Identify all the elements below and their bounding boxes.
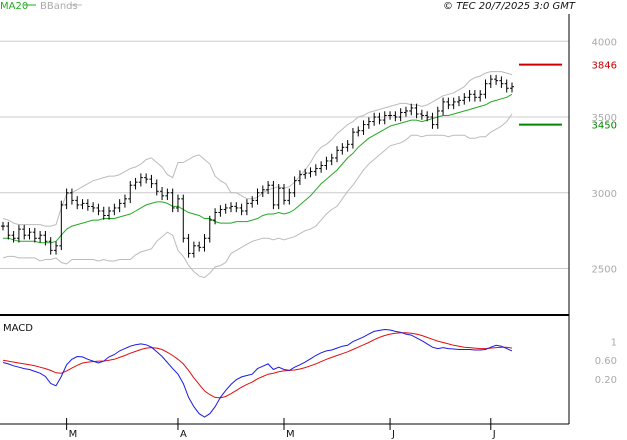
macd-y-tick-label: 1 [611, 338, 617, 349]
level-label: 3846 [592, 61, 617, 72]
chart-header: MA20 BBands © TEC 20/7/2025 3:0 GMT [0, 1, 576, 12]
price-y-tick-label: 3000 [592, 189, 617, 200]
macd-line [2, 328, 513, 418]
price-y-axis: 2500 3000 3500 4000 [592, 37, 617, 275]
x-tick-label: M [286, 429, 295, 440]
x-tick-label: J [391, 429, 395, 440]
x-tick-label: M [69, 429, 78, 440]
bands-legend-label: BBands [40, 1, 78, 12]
x-tick-label: A [180, 429, 187, 440]
x-tick-label: J [492, 429, 496, 440]
macd-y-tick-label: 0.20 [595, 375, 617, 386]
macd-y-tick-label: 0.60 [595, 356, 617, 367]
price-y-tick-label: 4000 [592, 37, 617, 48]
ma-legend-label: MA20 [0, 1, 28, 12]
price-y-tick-label: 2500 [592, 265, 617, 276]
copyright-text: © TEC 20/7/2025 3:0 GMT [443, 1, 576, 12]
macd-panel: MACD 1 0.60 0.20 [2, 323, 617, 418]
macd-lines [2, 328, 513, 418]
macd-y-axis: 1 0.60 0.20 [595, 338, 617, 386]
macd-panel-title: MACD [3, 323, 33, 334]
chart: MA20 BBands © TEC 20/7/2025 3:0 GMT 3846… [0, 1, 617, 440]
signal-line [2, 332, 513, 399]
x-axis: MAMJJ [66, 418, 496, 440]
price-panel: 38463450 2500300035004000 [0, 14, 617, 314]
price-y-tick-label: 3500 [592, 113, 617, 124]
